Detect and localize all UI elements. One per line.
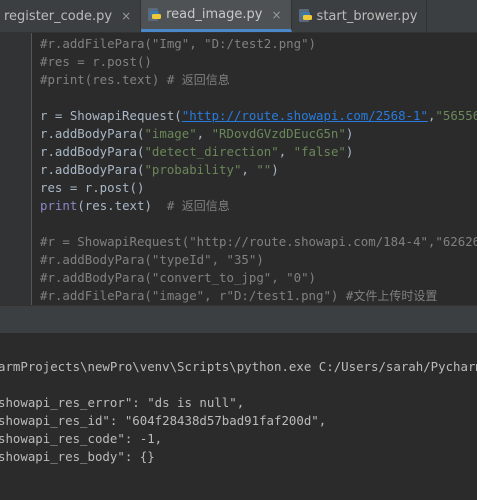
code-line: r.addBodyPara("probability", "") [40,161,279,179]
tab-register-code[interactable]: register_code.py × [0,0,142,32]
code-token: 返回信息 [181,199,230,213]
code-token: "detect_direction" [144,144,279,159]
code-token: r.addBodyPara( [40,144,145,159]
code-token: #res = r.post() [40,54,152,69]
code-line: r.addBodyPara("detect_direction", "false… [40,143,353,161]
code-token: 文件上传时设置 [353,289,438,303]
console-line: armProjects\newPro\venv\Scripts\python.e… [0,359,477,374]
code-line: r.addBodyPara("image", "RDovdGVzdDEucG5n… [40,125,353,143]
code-token: ) [271,162,279,177]
code-token: "RDovdGVzdDEucG5n" [211,126,346,141]
code-token: ) [345,126,354,141]
console-line: showapi_res_body": {} [0,449,155,464]
code-line: print(res.text) # 返回信息 [40,197,230,215]
editor-tab-bar: register_code.py × read_image.py × start… [0,0,477,33]
code-line: r = ShowapiRequest("http://route.showapi… [40,107,477,125]
console-line: showapi_res_code": -1, [0,431,163,446]
code-token: , [278,144,294,159]
code-line: #r.addBodyPara("typeId", "35") [40,251,264,269]
tab-label: register_code.py [4,8,113,24]
tab-read-image[interactable]: read_image.py × [141,0,292,32]
code-token: "" [256,162,272,177]
code-token: r = ShowapiRequest( [40,108,182,123]
code-token: "probability" [144,162,242,177]
console-line: showapi_res_error": "ds is null", [0,395,245,410]
close-icon[interactable]: × [271,8,281,22]
close-icon[interactable]: × [121,9,131,23]
python-file-icon [298,9,312,22]
code-token: ) [345,144,354,159]
code-token: #r = ShowapiRequest("http://route.showap… [40,234,477,249]
code-line: #res = r.post() [40,53,152,71]
code-token: r.addBodyPara( [40,126,145,141]
code-token: "565567" [435,108,477,123]
code-line: res = r.post() [40,179,144,197]
code-token: #r.addBodyPara("convert_to_jpg", "0") [40,270,317,285]
code-line: #r = ShowapiRequest("http://route.showap… [40,233,477,251]
code-line: #r.addBodyPara("convert_to_jpg", "0") [40,269,316,287]
code-token: , [196,126,212,141]
code-token: #r.addFilePara("Img", "D:/test2.png") [40,36,317,51]
run-console[interactable]: armProjects\newPro\venv\Scripts\python.e… [0,333,477,500]
code-token: 返回信息 [181,73,230,87]
code-token: , [241,162,257,177]
tab-start-brower[interactable]: start_brower.py [292,0,428,32]
gutter-divider [31,33,32,305]
code-token: "image" [144,126,197,141]
code-token: print [40,198,78,213]
code-line: #print(res.text) # 返回信息 [40,71,230,89]
code-token: "http://route.showapi.com/2568-1" [181,108,428,123]
code-token: #r.addBodyPara("typeId", "35") [40,252,264,267]
code-editor[interactable]: #r.addFilePara("Img", "D:/test2.png") #re… [0,33,477,305]
tab-label: read_image.py [166,7,263,22]
code-line: #r.addFilePara("Img", "D:/test2.png") [40,35,316,53]
code-token: r.addBodyPara( [40,162,145,177]
code-token: # [166,198,182,213]
tab-label: start_brower.py [316,8,418,24]
code-token: #r.addFilePara("image", r"D:/test1.png")… [40,288,354,303]
code-line: #r.addFilePara("image", r"D:/test1.png")… [40,287,437,305]
console-line: showapi_res_id": "604f28438d57bad91faf20… [0,413,327,428]
run-panel-header[interactable] [0,305,477,334]
code-token: (res.text) [77,198,167,213]
line-gutter [0,33,31,305]
code-token: #print(res.text) # [40,72,182,87]
code-token: res = r.post() [40,180,145,195]
code-token: "false" [293,144,346,159]
python-file-icon [148,7,162,21]
